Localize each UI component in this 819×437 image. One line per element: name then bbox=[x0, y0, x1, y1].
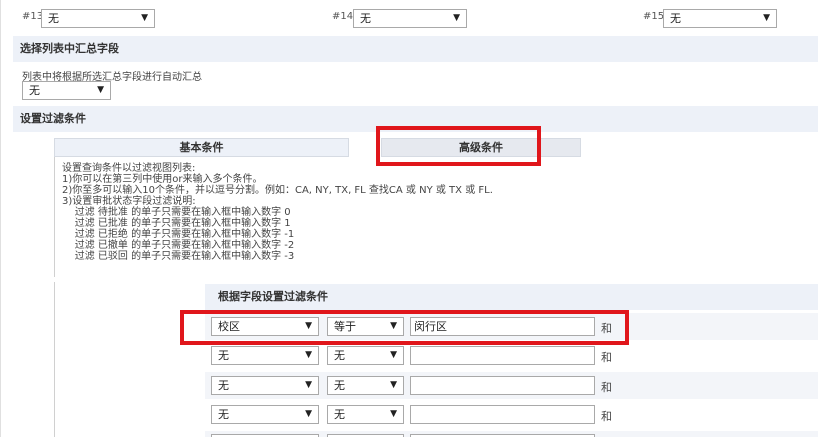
column-13-select[interactable]: 无 ▼ bbox=[41, 9, 155, 28]
instruction-line: 过滤 已撤单 的单子只需要在输入框中输入数字 -2 bbox=[62, 240, 295, 251]
field-filter-header: 根据字段设置过滤条件 bbox=[205, 284, 818, 310]
instruction-line: 过滤 已驳回 的单子只需要在输入框中输入数字 -3 bbox=[62, 251, 295, 262]
filter-conjunction: 和 bbox=[601, 410, 612, 423]
chevron-down-icon: ▼ bbox=[390, 409, 397, 419]
instruction-line: 设置查询条件以过滤视图列表: bbox=[62, 163, 196, 174]
tab-basic-conditions[interactable]: 基本条件 bbox=[54, 138, 349, 157]
chevron-down-icon: ▼ bbox=[390, 350, 397, 360]
filter-row-highlight bbox=[180, 310, 629, 345]
filter-operator-value: 无 bbox=[334, 379, 345, 392]
instruction-line: 过滤 已批准 的单子只需要在输入框中输入数字 1 bbox=[62, 218, 291, 229]
chevron-down-icon: ▼ bbox=[305, 409, 312, 419]
chevron-down-icon: ▼ bbox=[390, 380, 397, 390]
filter-operator-value: 无 bbox=[334, 408, 345, 421]
instruction-line: 2)你至多可以输入10个条件，并以逗号分割。例如：CA, NY, TX, FL … bbox=[62, 185, 493, 196]
column-13-label: #13 bbox=[22, 11, 44, 22]
summary-field-select[interactable]: 无 ▼ bbox=[22, 81, 111, 100]
filter-operator-select[interactable]: 无 ▼ bbox=[327, 346, 404, 365]
filter-operator-value: 无 bbox=[334, 349, 345, 362]
column-14-value: 无 bbox=[360, 12, 371, 25]
instruction-line: 过滤 已拒绝 的单子只需要在输入框中输入数字 -1 bbox=[62, 229, 295, 240]
chevron-down-icon: ▼ bbox=[141, 13, 148, 23]
column-13-value: 无 bbox=[48, 12, 59, 25]
filter-instructions: 设置查询条件以过滤视图列表: 1)你可以在第三列中使用or来输入多个条件。 2)… bbox=[54, 157, 818, 277]
filter-field-select[interactable]: 无 ▼ bbox=[211, 346, 319, 365]
column-14-label: #14 bbox=[332, 11, 354, 22]
filter-value-input[interactable] bbox=[410, 405, 595, 424]
chevron-down-icon: ▼ bbox=[763, 13, 770, 23]
chevron-down-icon: ▼ bbox=[305, 350, 312, 360]
column-15-select[interactable]: 无 ▼ bbox=[663, 9, 777, 28]
column-14-select[interactable]: 无 ▼ bbox=[353, 9, 467, 28]
filter-field-select[interactable]: 无 ▼ bbox=[211, 405, 319, 424]
chevron-down-icon: ▼ bbox=[305, 380, 312, 390]
filter-field-select[interactable]: 无 ▼ bbox=[211, 376, 319, 395]
chevron-down-icon: ▼ bbox=[453, 13, 460, 23]
chevron-down-icon: ▼ bbox=[97, 85, 104, 95]
filter-operator-select[interactable]: 无 ▼ bbox=[327, 405, 404, 424]
filter-field-value: 无 bbox=[218, 349, 229, 362]
instruction-line: 3)设置审批状态字段过滤说明: bbox=[62, 196, 196, 207]
filter-conjunction: 和 bbox=[601, 381, 612, 394]
summary-field-value: 无 bbox=[29, 84, 40, 97]
filter-operator-select[interactable]: 无 ▼ bbox=[327, 376, 404, 395]
instruction-line: 1)你可以在第三列中使用or来输入多个条件。 bbox=[62, 174, 263, 185]
summary-section-header: 选择列表中汇总字段 bbox=[13, 36, 818, 62]
filter-value-input[interactable] bbox=[410, 376, 595, 395]
filter-conjunction: 和 bbox=[601, 351, 612, 364]
filter-field-value: 无 bbox=[218, 408, 229, 421]
filter-field-value: 无 bbox=[218, 379, 229, 392]
instruction-line: 过滤 待批准 的单子只需要在输入框中输入数字 0 bbox=[62, 207, 291, 218]
filter-value-input[interactable] bbox=[410, 346, 595, 365]
column-15-value: 无 bbox=[670, 12, 681, 25]
column-15-label: #15 bbox=[643, 11, 665, 22]
